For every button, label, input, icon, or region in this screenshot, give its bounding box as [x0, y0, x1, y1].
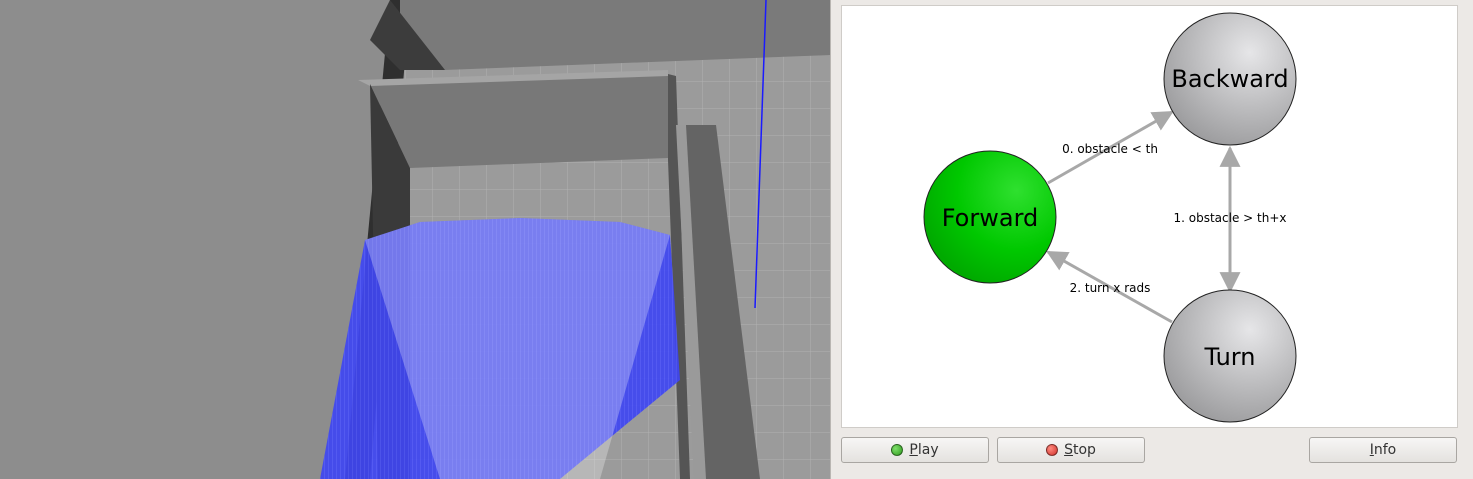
outer-wall — [0, 0, 390, 479]
fsm-viewer-panel: 0. obstacle < th 1. obstacle > th+x 2. t… — [830, 0, 1473, 479]
transition-label-2: 2. turn x rads — [1070, 281, 1151, 295]
info-button-label: Info — [1369, 442, 1397, 458]
state-backward-label: Backward — [1171, 65, 1288, 93]
simulation-viewport[interactable] — [0, 0, 830, 479]
stop-icon — [1046, 444, 1059, 456]
state-forward[interactable]: Forward — [923, 150, 1057, 284]
play-button[interactable]: Play — [841, 437, 989, 463]
stop-button-label: Stop — [1064, 442, 1096, 458]
info-button[interactable]: Info — [1309, 437, 1457, 463]
state-turn-label: Turn — [1204, 343, 1256, 371]
state-forward-label: Forward — [942, 204, 1039, 232]
transition-label-0: 0. obstacle < th — [1062, 142, 1158, 156]
inner-wall-top — [370, 74, 668, 168]
play-button-label: Play — [909, 442, 939, 458]
transition-label-1: 1. obstacle > th+x — [1174, 211, 1287, 225]
play-icon — [891, 444, 904, 456]
state-turn[interactable]: Turn — [1163, 289, 1297, 423]
stop-button[interactable]: Stop — [997, 437, 1145, 463]
state-machine-canvas: 0. obstacle < th 1. obstacle > th+x 2. t… — [841, 5, 1458, 428]
state-backward[interactable]: Backward — [1163, 12, 1297, 146]
